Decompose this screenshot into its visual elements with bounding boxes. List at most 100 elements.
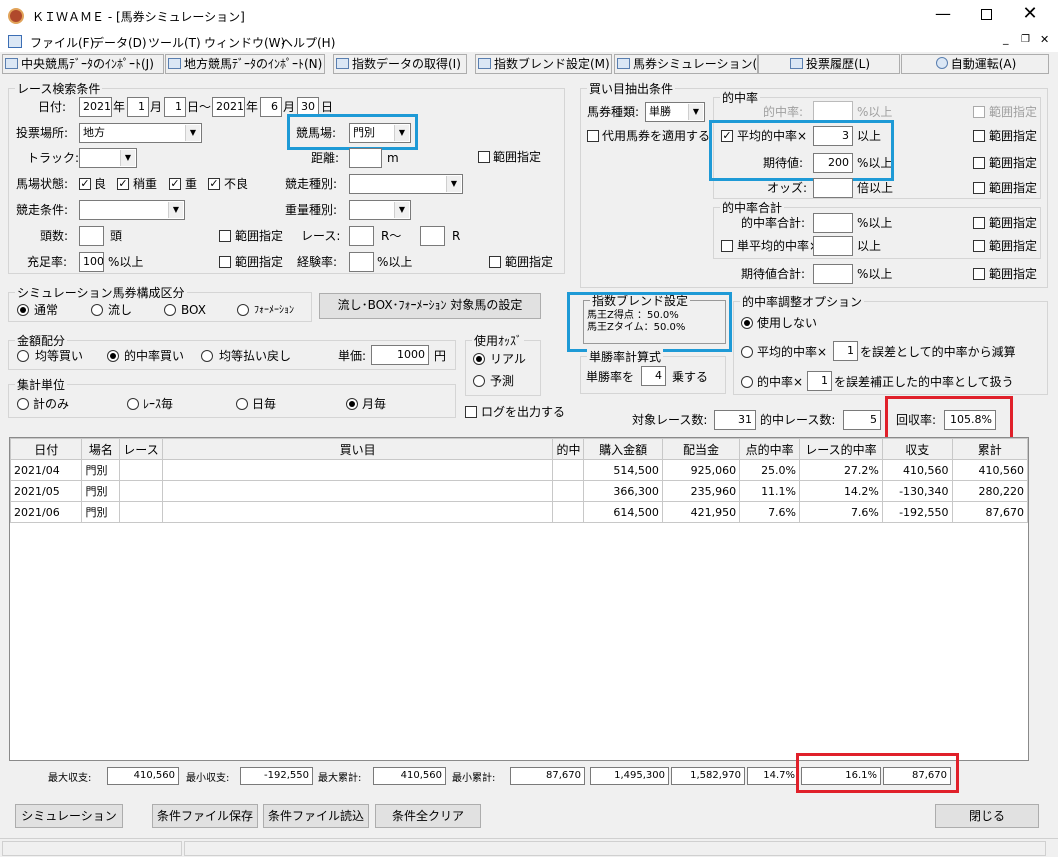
- menu-help[interactable]: ヘルプ(H): [281, 34, 335, 51]
- adjust-correct-radio[interactable]: [741, 376, 753, 388]
- clear-condition-button[interactable]: 条件全クリア: [375, 804, 481, 828]
- hit-rate-input[interactable]: [813, 101, 853, 121]
- exp-range-checkbox[interactable]: [489, 256, 501, 268]
- alloc-hitrate-radio[interactable]: [107, 350, 119, 362]
- distance-input[interactable]: [349, 148, 382, 168]
- maximize-button[interactable]: [981, 9, 992, 20]
- distance-range-checkbox[interactable]: [478, 151, 490, 163]
- col-hit[interactable]: 的中: [552, 438, 585, 460]
- col-race[interactable]: レース: [119, 438, 163, 460]
- odds-input[interactable]: [813, 178, 853, 198]
- table-row[interactable]: 2021/06 門別 614,500 421,950 7.6% 7.6% -192,550 8…: [10, 501, 1028, 523]
- from-year-input[interactable]: 2021: [79, 97, 112, 117]
- single-avg-checkbox[interactable]: [721, 240, 733, 252]
- agg-month-radio[interactable]: [346, 398, 358, 410]
- agg-race-radio[interactable]: [127, 398, 139, 410]
- from-day-input[interactable]: 1: [164, 97, 186, 117]
- sim-normal-radio[interactable]: [17, 304, 29, 316]
- condition-heavy-checkbox[interactable]: ✓: [169, 178, 181, 190]
- alloc-refund-radio[interactable]: [201, 350, 213, 362]
- odds-range-checkbox[interactable]: [973, 182, 985, 194]
- close-window-button[interactable]: 閉じる: [935, 804, 1039, 828]
- col-point-rate[interactable]: 点的中率: [739, 438, 801, 460]
- toolbar-import-central[interactable]: 中央競馬ﾃﾞｰﾀのｲﾝﾎﾟｰﾄ(J): [2, 54, 164, 74]
- adjust-subtract-input[interactable]: 1: [833, 341, 858, 361]
- save-condition-button[interactable]: 条件ファイル保存: [152, 804, 258, 828]
- log-checkbox[interactable]: [465, 406, 477, 418]
- mdi-restore-button[interactable]: ❐: [1021, 34, 1030, 45]
- ev-sum-input[interactable]: [813, 264, 853, 284]
- simulate-button[interactable]: シミュレーション: [15, 804, 123, 828]
- menu-window[interactable]: ウィンドウ(W): [204, 34, 285, 51]
- sim-formation-radio[interactable]: [237, 304, 249, 316]
- odds-predict-radio[interactable]: [473, 375, 485, 387]
- hit-sum-input[interactable]: [813, 213, 853, 233]
- fill-range-checkbox[interactable]: [219, 256, 231, 268]
- adjust-none-radio[interactable]: [741, 317, 753, 329]
- close-button[interactable]: ✕: [1020, 3, 1040, 24]
- single-avg-range-checkbox[interactable]: [973, 240, 985, 252]
- toolbar-simulation[interactable]: 馬券シミュレーション(B): [614, 54, 758, 74]
- weight-type-select[interactable]: ▼: [349, 200, 411, 220]
- mdi-close-button[interactable]: ✕: [1040, 33, 1049, 46]
- col-bet[interactable]: 買い目: [161, 438, 554, 460]
- track-select[interactable]: ▼: [79, 148, 137, 168]
- race-cond-select[interactable]: ▼: [79, 200, 185, 220]
- substitute-checkbox[interactable]: [587, 130, 599, 142]
- from-month-input[interactable]: 1: [127, 97, 149, 117]
- race-type-select[interactable]: ▼: [349, 174, 463, 194]
- toolbar-vote-history[interactable]: 投票履歴(L): [758, 54, 900, 74]
- to-month-input[interactable]: 6: [260, 97, 282, 117]
- menu-tool[interactable]: ツール(T): [148, 34, 201, 51]
- fill-input[interactable]: 100: [79, 252, 104, 272]
- col-income[interactable]: 収支: [881, 438, 953, 460]
- col-cumulative[interactable]: 累計: [951, 438, 1028, 460]
- win-power-input[interactable]: 4: [641, 366, 666, 386]
- adjust-subtract-radio[interactable]: [741, 346, 753, 358]
- target-horse-button[interactable]: 流し･BOX･ﾌｫｰﾒｰｼｮﾝ 対象馬の設定: [319, 293, 541, 319]
- load-condition-button[interactable]: 条件ファイル読込: [263, 804, 369, 828]
- table-row[interactable]: 2021/04 門別 514,500 925,060 25.0% 27.2% 410,560…: [10, 459, 1028, 481]
- single-avg-input[interactable]: [813, 236, 853, 256]
- unit-price-input[interactable]: 1000: [371, 345, 429, 365]
- ev-range-checkbox[interactable]: [973, 157, 985, 169]
- odds-real-radio[interactable]: [473, 353, 485, 365]
- menu-file[interactable]: ファイル(F): [30, 34, 94, 51]
- menu-data[interactable]: データ(D): [92, 34, 147, 51]
- table-row[interactable]: 2021/05 門別 366,300 235,960 11.1% 14.2% -130,34…: [10, 480, 1028, 502]
- agg-day-radio[interactable]: [236, 398, 248, 410]
- col-venue[interactable]: 場名: [81, 438, 121, 460]
- adjust-correct-input[interactable]: 1: [807, 371, 832, 391]
- sim-box-radio[interactable]: [164, 304, 176, 316]
- minimize-button[interactable]: —: [932, 4, 954, 23]
- col-race-rate[interactable]: レース的中率: [799, 438, 883, 460]
- heads-range-checkbox[interactable]: [219, 230, 231, 242]
- toolbar-blend-setting[interactable]: 指数ブレンド設定(M): [475, 54, 612, 74]
- hit-sum-range-checkbox[interactable]: [973, 217, 985, 229]
- venue-type-select[interactable]: 地方 ▼: [79, 123, 202, 143]
- results-grid[interactable]: 日付 場名 レース 買い目 的中 購入金額 配当金 点的中率 レース的中率 収支…: [9, 437, 1029, 761]
- condition-bad-checkbox[interactable]: ✓: [208, 178, 220, 190]
- condition-good-checkbox[interactable]: ✓: [79, 178, 91, 190]
- col-date[interactable]: 日付: [10, 438, 83, 460]
- race-to-input[interactable]: [420, 226, 445, 246]
- heads-input[interactable]: [79, 226, 104, 246]
- race-from-input[interactable]: [349, 226, 374, 246]
- agg-total-radio[interactable]: [17, 398, 29, 410]
- col-payout[interactable]: 配当金: [661, 438, 741, 460]
- hit-race-count: 5: [843, 410, 881, 430]
- ev-sum-range-checkbox[interactable]: [973, 268, 985, 280]
- exp-input[interactable]: [349, 252, 374, 272]
- to-year-input[interactable]: 2021: [212, 97, 245, 117]
- bet-type-select[interactable]: 単勝 ▼: [645, 102, 705, 122]
- condition-slightly-heavy-checkbox[interactable]: ✓: [117, 178, 129, 190]
- toolbar-auto-run[interactable]: 自動運転(A): [901, 54, 1049, 74]
- hit-rate-range-checkbox[interactable]: [973, 106, 985, 118]
- mdi-minimize-button[interactable]: _: [1003, 32, 1009, 45]
- toolbar-import-local[interactable]: 地方競馬ﾃﾞｰﾀのｲﾝﾎﾟｰﾄ(N): [165, 54, 325, 74]
- col-purchase[interactable]: 購入金額: [583, 438, 663, 460]
- avg-hit-range-checkbox[interactable]: [973, 130, 985, 142]
- toolbar-get-index[interactable]: 指数データの取得(I): [333, 54, 467, 74]
- alloc-equal-radio[interactable]: [17, 350, 29, 362]
- sim-nagashi-radio[interactable]: [91, 304, 103, 316]
